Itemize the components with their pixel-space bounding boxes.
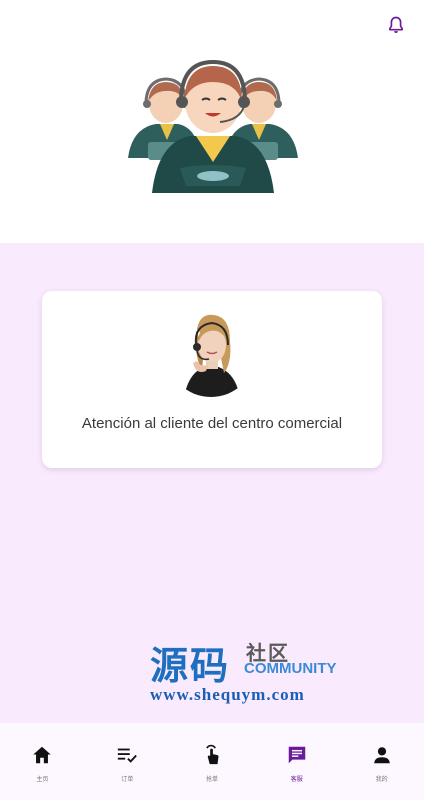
home-icon	[33, 746, 52, 764]
top-section	[0, 0, 424, 243]
nav-item-profile[interactable]: 我的	[339, 723, 424, 800]
watermark-community: COMMUNITY	[244, 660, 337, 677]
nav-label-home: 主页	[36, 776, 49, 783]
nav-item-home[interactable]: 主页	[0, 723, 85, 800]
nav-label-profile: 我的	[375, 776, 388, 783]
customer-service-card[interactable]: Atención al cliente del centro comercial	[42, 291, 382, 468]
bell-icon[interactable]	[386, 14, 406, 36]
profile-icon	[373, 747, 390, 764]
agent-photo	[166, 307, 256, 397]
customer-service-avatar	[166, 307, 256, 397]
orders-icon	[118, 748, 138, 763]
grab-order-icon	[206, 744, 219, 765]
watermark-cn-main: 源码	[150, 644, 231, 688]
watermark: 源码 社区 COMMUNITY www.shequym.com	[150, 635, 350, 705]
main-content: Atención al cliente del centro comercial…	[0, 243, 424, 723]
chat-icon	[288, 746, 306, 764]
bottom-navigation: 主页 订单 抢单 客服 我的	[0, 723, 424, 800]
nav-item-customer-service[interactable]: 客服	[254, 723, 339, 800]
card-title: Atención al cliente del centro comercial	[81, 415, 343, 432]
nav-item-grab-order[interactable]: 抢单	[170, 723, 255, 800]
watermark-url: www.shequym.com	[150, 685, 305, 704]
nav-label-customer-service: 客服	[290, 776, 303, 783]
nav-item-orders[interactable]: 订单	[85, 723, 170, 800]
nav-label-orders: 订单	[121, 776, 134, 783]
customer-service-illustration	[128, 59, 298, 193]
nav-label-grab-order: 抢单	[205, 776, 218, 783]
